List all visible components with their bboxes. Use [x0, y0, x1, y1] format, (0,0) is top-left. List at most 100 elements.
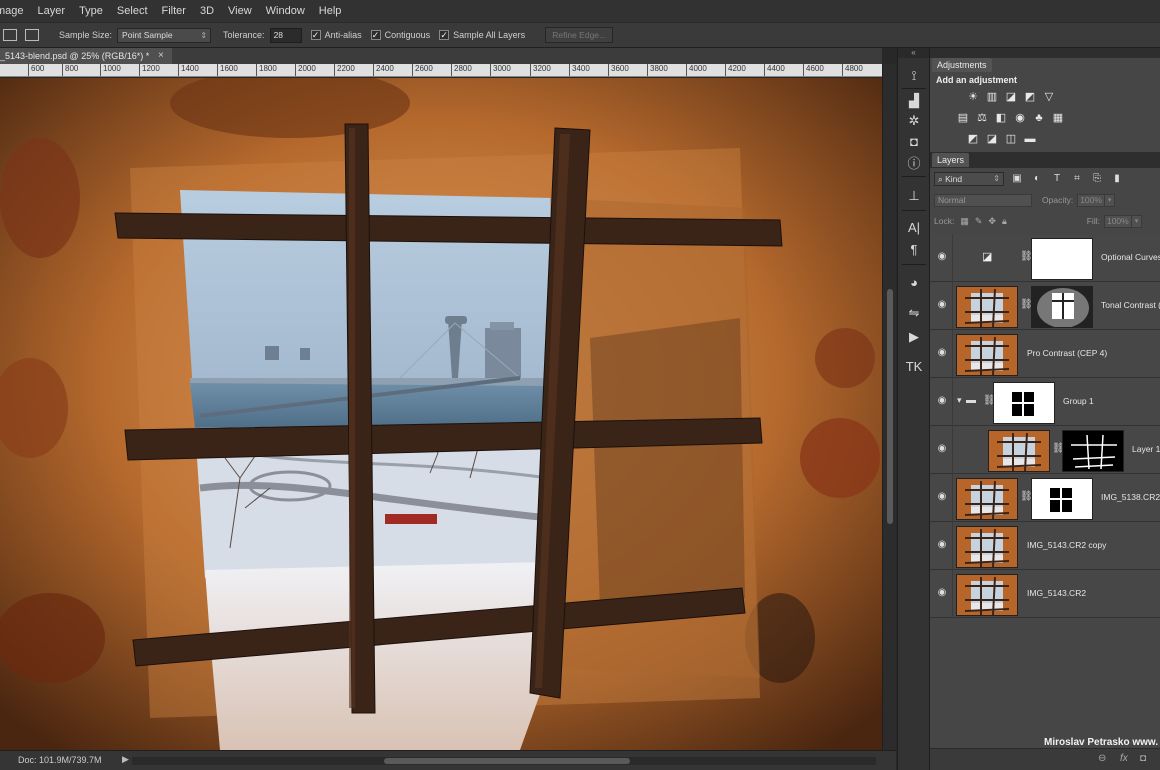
layer-row[interactable]: ◉ ⛓ Tonal Contrast (C	[930, 282, 1160, 330]
paragraph-icon[interactable]: ¶	[904, 241, 924, 259]
layer-mask-thumbnail[interactable]	[1062, 430, 1124, 472]
refine-edge-button[interactable]: Refine Edge...	[545, 27, 614, 43]
layer-thumbnail[interactable]	[988, 430, 1050, 472]
collapse-arrows-icon[interactable]: «	[898, 48, 929, 58]
visibility-eye-icon[interactable]: ◉	[936, 491, 948, 503]
canvas-horizontal-scrollbar[interactable]	[132, 757, 876, 765]
lock-position-icon[interactable]: ✥	[988, 216, 996, 227]
visibility-eye-icon[interactable]: ◉	[936, 539, 948, 551]
layer-row[interactable]: ◉ ▾ ▬ ⛓ Group 1	[930, 378, 1160, 426]
character-icon[interactable]: A|	[904, 219, 924, 237]
layer-row[interactable]: ◉ ◪ ⛓ Optional Curves A	[930, 234, 1160, 282]
link-layers-icon[interactable]: ⊖	[1098, 753, 1106, 764]
layer-row[interactable]: ◉ ⛓ IMG_5138.CR2	[930, 474, 1160, 522]
color-lookup-icon[interactable]: ▦	[1051, 111, 1065, 125]
lock-transparent-icon[interactable]: ▦	[960, 216, 969, 227]
type-filter-icon[interactable]: T	[1050, 172, 1064, 186]
visibility-eye-icon[interactable]: ◉	[936, 347, 948, 359]
selection-mode-icon[interactable]	[3, 29, 17, 41]
layer-row[interactable]: ◉ Pro Contrast (CEP 4)	[930, 330, 1160, 378]
color-icon[interactable]: ◕	[904, 274, 924, 292]
histogram-icon[interactable]: ▟	[904, 92, 924, 110]
hue-saturation-icon[interactable]: ▤	[956, 111, 970, 125]
posterize-icon[interactable]: ◪	[985, 132, 999, 146]
levels-icon[interactable]: ▥	[985, 90, 999, 104]
layer-row[interactable]: ◉ ⛓ Layer 1	[930, 426, 1160, 474]
menu-view[interactable]: View	[221, 0, 259, 22]
exposure-icon[interactable]: ◩	[1023, 90, 1037, 104]
tab-layers[interactable]: Layers	[932, 153, 970, 167]
menu-type[interactable]: Type	[72, 0, 110, 22]
layer-thumbnail[interactable]	[956, 478, 1018, 520]
tk-panel-icon[interactable]: TK	[904, 358, 924, 376]
visibility-eye-icon[interactable]: ◉	[936, 395, 948, 407]
threshold-icon[interactable]: ◫	[1004, 132, 1018, 146]
opacity-dropdown-icon[interactable]: ▾	[1105, 193, 1116, 207]
contiguous-checkbox[interactable]: ✓ Contiguous	[370, 30, 430, 40]
opacity-input[interactable]: 100%	[1077, 193, 1106, 207]
tolerance-input[interactable]: 28	[269, 27, 302, 43]
layer-row[interactable]: ◉ IMG_5143.CR2 copy	[930, 522, 1160, 570]
layer-mask-thumbnail[interactable]	[1031, 238, 1093, 280]
status-menu-arrow-icon[interactable]: ▶	[122, 754, 129, 765]
add-mask-icon[interactable]: ◘	[1140, 753, 1146, 764]
blend-mode-select[interactable]: Normal	[934, 193, 1032, 207]
info-icon[interactable]: ⓘ	[904, 155, 924, 173]
layer-thumbnail[interactable]	[956, 526, 1018, 568]
layer-thumbnail[interactable]	[956, 286, 1018, 328]
fill-dropdown-icon[interactable]: ▾	[1131, 214, 1142, 228]
curves-icon[interactable]: ◪	[1004, 90, 1018, 104]
document-canvas[interactable]	[0, 78, 882, 750]
layer-thumbnail[interactable]	[956, 574, 1018, 616]
fx-icon[interactable]: fx	[1120, 753, 1128, 764]
shape-filter-icon[interactable]: ⌗	[1070, 172, 1084, 186]
menu-select[interactable]: Select	[110, 0, 155, 22]
channel-mixer-icon[interactable]: ♣	[1032, 111, 1046, 125]
invert-icon[interactable]: ◩	[966, 132, 980, 146]
navigator-icon[interactable]: ✲	[904, 112, 924, 130]
selection-add-icon[interactable]	[25, 29, 39, 41]
menu-window[interactable]: Window	[259, 0, 312, 22]
visibility-eye-icon[interactable]: ◉	[936, 299, 948, 311]
sample-all-layers-checkbox[interactable]: ✓ Sample All Layers	[439, 30, 525, 40]
visibility-eye-icon[interactable]: ◉	[936, 443, 948, 455]
close-tab-icon[interactable]: ×	[158, 48, 164, 64]
pixel-filter-icon[interactable]: ▣	[1010, 172, 1024, 186]
visibility-eye-icon[interactable]: ◉	[936, 587, 948, 599]
adjustment-filter-icon[interactable]: ◐	[1030, 172, 1044, 186]
menu-image[interactable]: mage	[0, 0, 31, 22]
layer-thumbnail[interactable]	[956, 334, 1018, 376]
lock-all-icon[interactable]: 🔒︎	[1002, 216, 1007, 227]
layer-mask-thumbnail[interactable]	[993, 382, 1055, 424]
layer-row[interactable]: ◉ IMG_5143.CR2	[930, 570, 1160, 618]
scrollbar-thumb[interactable]	[384, 758, 630, 764]
document-tab[interactable]: _5143-blend.psd @ 25% (RGB/16*) *	[0, 48, 172, 64]
menu-3d[interactable]: 3D	[193, 0, 221, 22]
menu-help[interactable]: Help	[312, 0, 349, 22]
properties-icon[interactable]: ◘	[904, 133, 924, 151]
smart-object-filter-icon[interactable]: ⎘	[1090, 172, 1104, 186]
kind-filter-select[interactable]: ⌕ Kind	[934, 172, 1004, 186]
visibility-eye-icon[interactable]: ◉	[936, 251, 948, 263]
vibrance-icon[interactable]: ▽	[1042, 90, 1056, 104]
paths-icon[interactable]: ⟟	[904, 67, 924, 85]
scrollbar-thumb[interactable]	[887, 289, 893, 524]
black-white-icon[interactable]: ◧	[994, 111, 1008, 125]
brightness-icon[interactable]: ☀	[966, 90, 980, 104]
anti-alias-checkbox[interactable]: ✓ Anti-alias	[310, 30, 362, 40]
filter-toggle-icon[interactable]: ▮	[1110, 172, 1124, 186]
group-expand-arrow-icon[interactable]: ▾	[957, 395, 962, 406]
layer-mask-thumbnail[interactable]	[1031, 286, 1093, 328]
layer-mask-thumbnail[interactable]	[1031, 478, 1093, 520]
menu-filter[interactable]: Filter	[155, 0, 193, 22]
menu-layer[interactable]: Layer	[31, 0, 73, 22]
canvas-vertical-scrollbar[interactable]	[882, 64, 896, 750]
sample-size-select[interactable]: Point Sample	[117, 27, 212, 43]
brush-presets-icon[interactable]: ⇋	[904, 304, 924, 322]
photo-filter-icon[interactable]: ◉	[1013, 111, 1027, 125]
actions-play-icon[interactable]: ▶	[904, 328, 924, 346]
gradient-map-icon[interactable]: ▬	[1023, 132, 1037, 146]
lock-image-icon[interactable]: ✎	[975, 216, 983, 227]
tab-adjustments[interactable]: Adjustments	[932, 58, 992, 72]
fill-input[interactable]: 100%	[1103, 214, 1132, 228]
